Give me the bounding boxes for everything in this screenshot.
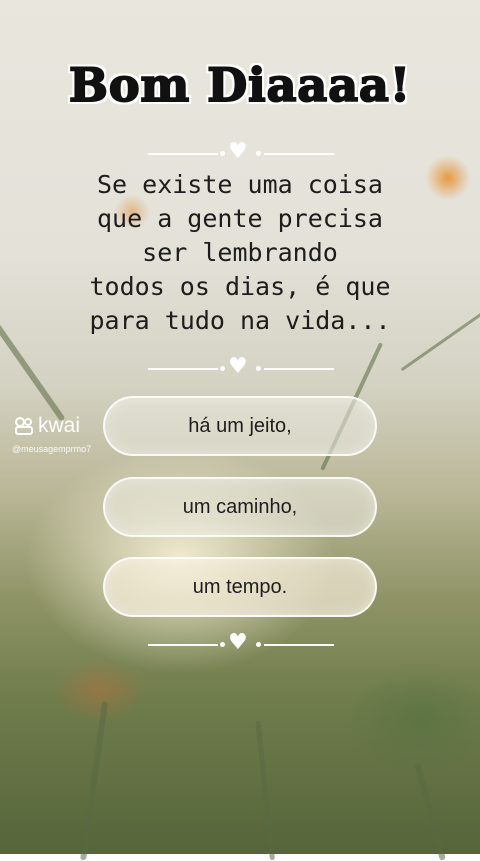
message-line: ser lembrando [142, 238, 338, 267]
message-text: Se existe uma coisa que a gente precisa … [80, 168, 400, 338]
heart-icon: ♥ [228, 354, 248, 379]
divider-top: ♥ [148, 141, 334, 163]
kwai-brand-label: kwai [38, 414, 81, 437]
divider-line [264, 153, 334, 155]
heart-icon: ♥ [228, 630, 248, 655]
page-title: Bom Diaaaa! [68, 57, 412, 113]
option-button-1[interactable]: há um jeito, [103, 396, 377, 456]
option-button-2[interactable]: um caminho, [103, 477, 377, 537]
divider-line [264, 644, 334, 646]
divider-dot [256, 642, 261, 647]
divider-bottom: ♥ [148, 632, 334, 654]
divider-line [148, 153, 218, 155]
divider-dot [220, 151, 225, 156]
option-button-3[interactable]: um tempo. [103, 557, 377, 617]
divider-line [148, 644, 218, 646]
divider-dot [220, 366, 225, 371]
message-line: que a gente precisa [97, 204, 383, 233]
message-line: todos os dias, é que [89, 272, 391, 301]
kwai-watermark: kwai [14, 414, 80, 438]
divider-line [148, 368, 218, 370]
kwai-user-handle: @meusagemprmo7 [12, 444, 92, 454]
message-line: para tudo na vida... [89, 306, 391, 335]
divider-dot [256, 151, 261, 156]
divider-line [264, 368, 334, 370]
heart-icon: ♥ [228, 139, 248, 164]
kwai-logo-icon [15, 417, 33, 435]
divider-middle: ♥ [148, 356, 334, 378]
message-line: Se existe uma coisa [97, 170, 383, 199]
divider-dot [220, 642, 225, 647]
content: Bom Diaaaa! ♥ Se existe uma coisa que a … [0, 0, 480, 854]
divider-dot [256, 366, 261, 371]
